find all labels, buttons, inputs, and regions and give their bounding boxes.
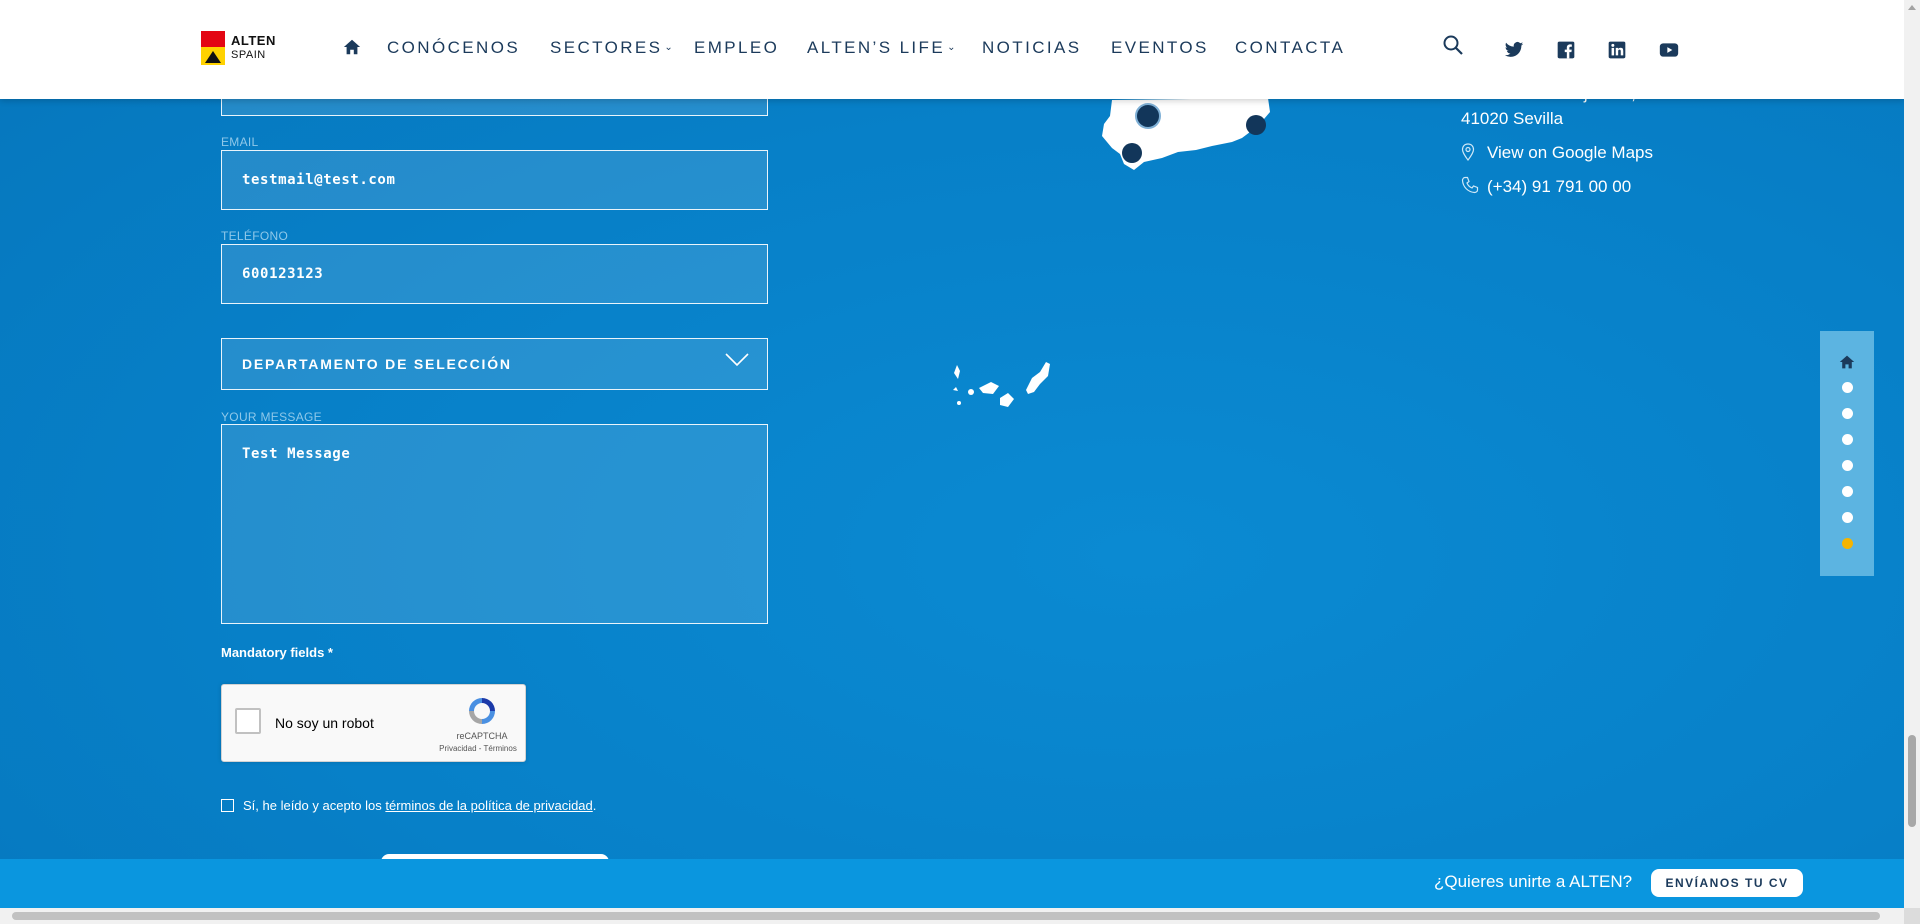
section-dot[interactable] [1842,408,1853,419]
canary-island [968,389,974,395]
recaptcha-icon [469,698,495,724]
nav-item-conocenos[interactable]: CONÓCENOS [387,38,520,58]
section-dot[interactable] [1842,434,1853,445]
recaptcha-brand: reCAPTCHA [456,731,508,741]
phone-field[interactable]: 600123123 [221,244,768,304]
nav-label: CONTACTA [1235,38,1346,57]
department-select[interactable]: DEPARTAMENTO DE SELECCIÓN [221,338,768,390]
alten-logo[interactable]: ALTEN SPAIN [201,31,279,69]
phone-value: 600123123 [242,266,324,282]
office-marker-sevilla[interactable] [1135,103,1161,129]
canary-island [953,387,958,391]
recaptcha-label: No soy un robot [275,715,374,731]
scrollbar-corner [1904,908,1920,924]
nav-item-eventos[interactable]: EVENTOS [1111,38,1209,58]
section-dot[interactable] [1842,382,1853,393]
home-icon[interactable] [1839,354,1855,370]
nav-item-sectores[interactable]: SECTORES ⌄ [550,38,675,58]
chevron-down-icon: ⌄ [664,42,676,53]
page: ALTEN SPAIN CONÓCENOS SECTORES ⌄ EMPLEO A… [0,0,1904,924]
privacy-checkbox[interactable] [221,799,234,812]
join-bar: ¿Quieres unirte a ALTEN? ENVÍANOS TU CV [0,859,1904,908]
vertical-scrollbar-thumb[interactable] [1908,735,1916,827]
home-icon[interactable] [343,38,361,56]
section-dot[interactable] [1842,460,1853,471]
youtube-icon[interactable] [1659,40,1679,60]
vertical-scrollbar[interactable] [1904,0,1920,924]
canary-island [979,382,999,394]
recaptcha-checkbox[interactable] [235,708,261,734]
horizontal-scrollbar[interactable] [0,908,1904,924]
nav-label: ALTEN’S LIFE [807,38,946,57]
nav-label: SECTORES [550,38,663,57]
send-cv-button[interactable]: ENVÍANOS TU CV [1651,869,1803,897]
nav-item-contacta[interactable]: CONTACTA [1235,38,1345,58]
privacy-suffix: . [592,798,597,813]
logo-triangle [205,51,221,63]
office-marker[interactable] [1122,143,1142,163]
nav-item-altens-life[interactable]: ALTEN’S LIFE ⌄ [807,38,958,58]
nav-label: CONÓCENOS [387,38,521,57]
nav-label: EMPLEO [694,38,780,57]
site-header: ALTEN SPAIN CONÓCENOS SECTORES ⌄ EMPLEO A… [0,0,1904,99]
map-pin-icon [1461,143,1475,161]
chevron-down-icon: ⌄ [947,42,958,53]
nav-label: NOTICIAS [982,38,1082,57]
canary-island [957,401,961,405]
search-icon[interactable] [1442,34,1464,56]
canary-island [1026,362,1050,394]
message-value: Test Message [242,446,351,462]
canary-island [954,365,960,379]
join-question: ¿Quieres unirte a ALTEN? [1434,872,1633,891]
logo-country: SPAIN [231,49,266,61]
section-dot[interactable] [1842,512,1853,523]
scroll-up-arrow-icon[interactable] [1908,5,1916,10]
office-phone[interactable]: (+34) 91 791 00 00 [1487,177,1631,197]
horizontal-scrollbar-thumb[interactable] [12,912,1880,920]
google-maps-link[interactable]: View on Google Maps [1487,143,1653,163]
privacy-policy-link[interactable]: términos de la política de privacidad [385,798,592,813]
mandatory-note: Mandatory fields * [221,645,333,660]
nav-label: EVENTOS [1111,38,1209,57]
canary-island [1000,393,1014,407]
linkedin-icon[interactable] [1607,40,1627,60]
email-value: testmail@test.com [242,172,396,188]
twitter-icon[interactable] [1504,40,1524,60]
facebook-icon[interactable] [1556,40,1576,60]
phone-label: TELÉFONO [221,229,289,243]
office-marker[interactable] [1246,115,1266,135]
section-dot[interactable] [1842,486,1853,497]
phone-icon [1461,176,1479,194]
nav-item-noticias[interactable]: NOTICIAS [982,38,1082,58]
recaptcha-widget: No soy un robot reCAPTCHA Privacidad - T… [221,684,526,762]
logo-name: ALTEN [231,33,276,48]
spain-map [953,98,1270,407]
department-select-value: DEPARTAMENTO DE SELECCIÓN [242,356,512,372]
office-city: 41020 Sevilla [1461,109,1564,128]
chevron-down-icon [725,353,749,367]
privacy-text: Sí, he leído y acepto los [243,798,386,813]
nav-item-empleo[interactable]: EMPLEO [694,38,779,58]
section-navigator [1820,331,1874,576]
recaptcha-links[interactable]: Privacidad - Términos [432,744,524,753]
email-label: EMAIL [221,135,259,149]
message-textarea[interactable]: Test Message [221,424,768,624]
message-label: YOUR MESSAGE [221,410,322,424]
privacy-consent: Sí, he leído y acepto los términos de la… [221,798,596,813]
email-field[interactable]: testmail@test.com [221,150,768,210]
section-dot-active[interactable] [1842,538,1853,549]
